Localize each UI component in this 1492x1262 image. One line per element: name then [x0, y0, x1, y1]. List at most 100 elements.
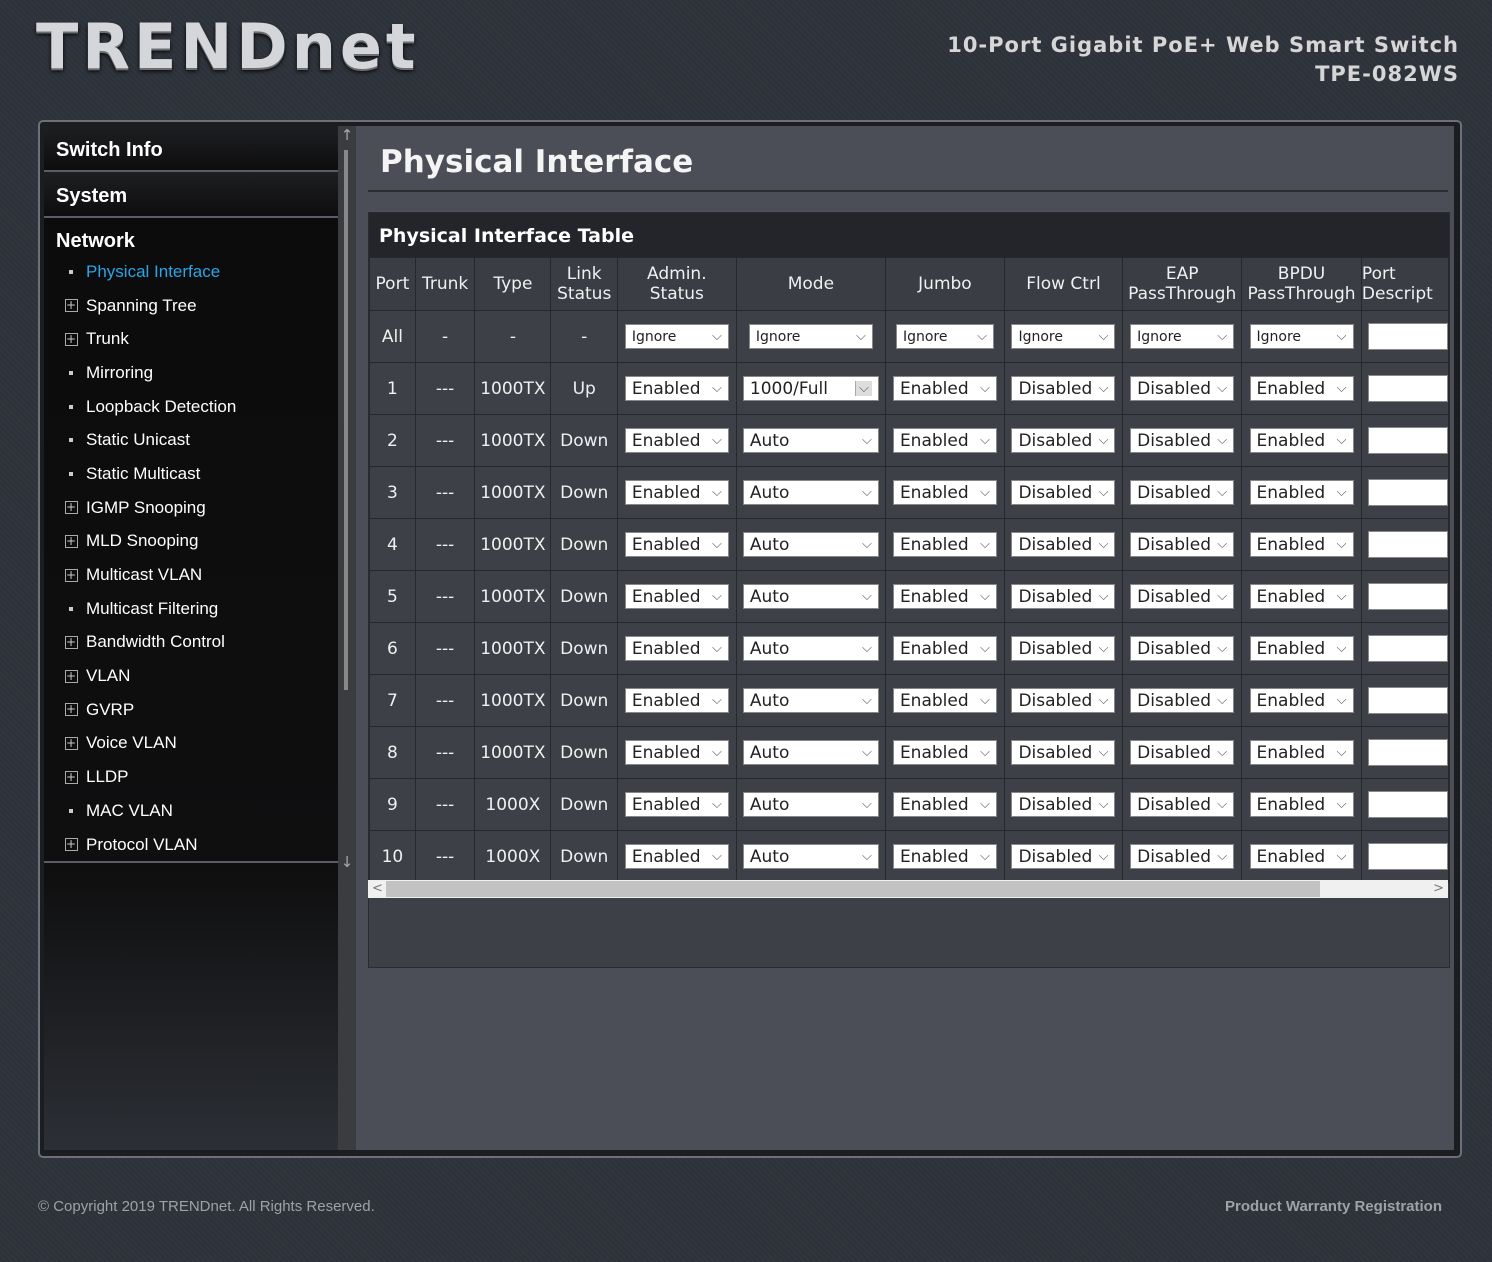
flow-ctrl-select[interactable]: Disabled ⌵: [1011, 376, 1116, 401]
nav-item-spanning-tree[interactable]: + Spanning Tree: [56, 289, 338, 323]
expand-plus-icon[interactable]: +: [64, 838, 78, 852]
eap-passthrough-select[interactable]: Ignore ⌵: [1130, 324, 1235, 349]
jumbo-select[interactable]: Enabled ⌵: [892, 428, 997, 453]
eap-passthrough-select[interactable]: Disabled ⌵: [1130, 532, 1235, 557]
port-description-input[interactable]: [1367, 687, 1448, 714]
port-description-input[interactable]: [1367, 583, 1448, 610]
eap-passthrough-select[interactable]: Disabled ⌵: [1130, 636, 1235, 661]
bpdu-passthrough-select[interactable]: Enabled ⌵: [1249, 636, 1354, 661]
mode-select[interactable]: Auto ⌵: [742, 428, 879, 453]
nav-system[interactable]: System: [44, 172, 338, 218]
port-description-input[interactable]: [1367, 479, 1448, 506]
bpdu-passthrough-select[interactable]: Enabled ⌵: [1249, 376, 1354, 401]
scroll-right-arrow-icon[interactable]: >: [1433, 880, 1444, 898]
expand-plus-icon[interactable]: +: [64, 332, 78, 346]
bpdu-passthrough-select[interactable]: Enabled ⌵: [1249, 584, 1354, 609]
port-description-input[interactable]: [1367, 739, 1448, 766]
scroll-up-arrow-icon[interactable]: ↑: [340, 126, 354, 144]
flow-ctrl-select[interactable]: Disabled ⌵: [1011, 740, 1116, 765]
flow-ctrl-select[interactable]: Disabled ⌵: [1011, 584, 1116, 609]
nav-item-mirroring[interactable]: Mirroring: [56, 356, 338, 390]
port-description-input[interactable]: [1367, 843, 1448, 870]
mode-select[interactable]: Auto ⌵: [742, 844, 879, 869]
nav-item-trunk[interactable]: + Trunk: [56, 322, 338, 356]
mode-select[interactable]: Auto ⌵: [742, 688, 879, 713]
bpdu-passthrough-select[interactable]: Enabled ⌵: [1249, 532, 1354, 557]
expand-plus-icon[interactable]: +: [64, 770, 78, 784]
flow-ctrl-select[interactable]: Disabled ⌵: [1011, 532, 1116, 557]
eap-passthrough-select[interactable]: Disabled ⌵: [1130, 480, 1235, 505]
bpdu-passthrough-select[interactable]: Enabled ⌵: [1249, 792, 1354, 817]
eap-passthrough-select[interactable]: Disabled ⌵: [1130, 688, 1235, 713]
admin-status-select[interactable]: Enabled ⌵: [624, 740, 729, 765]
admin-status-select[interactable]: Enabled ⌵: [624, 688, 729, 713]
warranty-registration-link[interactable]: Product Warranty Registration: [1225, 1198, 1442, 1215]
jumbo-select[interactable]: Enabled ⌵: [892, 740, 997, 765]
nav-item-protocol-vlan[interactable]: + Protocol VLAN: [56, 828, 338, 862]
mode-select[interactable]: 1000/Full ⌵: [742, 376, 879, 401]
jumbo-select[interactable]: Enabled ⌵: [892, 376, 997, 401]
mode-select[interactable]: Auto ⌵: [742, 532, 879, 557]
nav-item-multicast-vlan[interactable]: + Multicast VLAN: [56, 558, 338, 592]
nav-marker[interactable]: +: [56, 534, 86, 548]
expand-plus-icon[interactable]: +: [64, 568, 78, 582]
eap-passthrough-select[interactable]: Disabled ⌵: [1130, 376, 1235, 401]
jumbo-select[interactable]: Enabled ⌵: [892, 844, 997, 869]
nav-network[interactable]: Network: [56, 230, 338, 253]
nav-marker[interactable]: +: [56, 770, 86, 784]
eap-passthrough-select[interactable]: Disabled ⌵: [1130, 740, 1235, 765]
bpdu-passthrough-select[interactable]: Enabled ⌵: [1249, 480, 1354, 505]
admin-status-select[interactable]: Enabled ⌵: [624, 532, 729, 557]
jumbo-select[interactable]: Enabled ⌵: [892, 480, 997, 505]
nav-item-igmp-snooping[interactable]: + IGMP Snooping: [56, 491, 338, 525]
expand-plus-icon[interactable]: +: [64, 669, 78, 683]
jumbo-select[interactable]: Enabled ⌵: [892, 792, 997, 817]
nav-switch-info[interactable]: Switch Info: [44, 126, 338, 172]
port-description-input[interactable]: [1367, 323, 1448, 350]
nav-item-voice-vlan[interactable]: + Voice VLAN: [56, 727, 338, 761]
expand-plus-icon[interactable]: +: [64, 703, 78, 717]
port-description-input[interactable]: [1367, 791, 1448, 818]
bpdu-passthrough-select[interactable]: Enabled ⌵: [1249, 844, 1354, 869]
nav-item-mac-vlan[interactable]: MAC VLAN: [56, 794, 338, 828]
eap-passthrough-select[interactable]: Disabled ⌵: [1130, 584, 1235, 609]
flow-ctrl-select[interactable]: Disabled ⌵: [1011, 688, 1116, 713]
jumbo-select[interactable]: Enabled ⌵: [892, 532, 997, 557]
mode-select[interactable]: Auto ⌵: [742, 636, 879, 661]
nav-marker[interactable]: +: [56, 669, 86, 683]
expand-plus-icon[interactable]: +: [64, 299, 78, 313]
admin-status-select[interactable]: Enabled ⌵: [624, 480, 729, 505]
sidebar-scroll-thumb[interactable]: [344, 150, 348, 690]
scroll-left-arrow-icon[interactable]: <: [372, 880, 383, 898]
expand-plus-icon[interactable]: +: [64, 736, 78, 750]
nav-marker[interactable]: +: [56, 299, 86, 313]
admin-status-select[interactable]: Enabled ⌵: [624, 584, 729, 609]
h-scroll-thumb[interactable]: [386, 881, 1320, 897]
bpdu-passthrough-select[interactable]: Enabled ⌵: [1249, 740, 1354, 765]
admin-status-select[interactable]: Enabled ⌵: [624, 844, 729, 869]
admin-status-select[interactable]: Ignore ⌵: [624, 324, 729, 349]
admin-status-select[interactable]: Enabled ⌵: [624, 376, 729, 401]
eap-passthrough-select[interactable]: Disabled ⌵: [1130, 844, 1235, 869]
sidebar-scrollbar[interactable]: ↑ ↓: [338, 126, 356, 1150]
nav-marker[interactable]: +: [56, 838, 86, 852]
admin-status-select[interactable]: Enabled ⌵: [624, 636, 729, 661]
flow-ctrl-select[interactable]: Disabled ⌵: [1011, 480, 1116, 505]
nav-marker[interactable]: +: [56, 635, 86, 649]
bpdu-passthrough-select[interactable]: Enabled ⌵: [1249, 688, 1354, 713]
nav-item-gvrp[interactable]: + GVRP: [56, 693, 338, 727]
nav-item-vlan[interactable]: + VLAN: [56, 659, 338, 693]
eap-passthrough-select[interactable]: Disabled ⌵: [1130, 428, 1235, 453]
mode-select[interactable]: Auto ⌵: [742, 480, 879, 505]
nav-item-static-unicast[interactable]: Static Unicast: [56, 423, 338, 457]
nav-marker[interactable]: +: [56, 703, 86, 717]
nav-item-mld-snooping[interactable]: + MLD Snooping: [56, 525, 338, 559]
nav-item-bandwidth-control[interactable]: + Bandwidth Control: [56, 626, 338, 660]
flow-ctrl-select[interactable]: Disabled ⌵: [1011, 636, 1116, 661]
jumbo-select[interactable]: Ignore ⌵: [895, 324, 994, 349]
expand-plus-icon[interactable]: +: [64, 501, 78, 515]
nav-item-multicast-filtering[interactable]: Multicast Filtering: [56, 592, 338, 626]
admin-status-select[interactable]: Enabled ⌵: [624, 792, 729, 817]
nav-item-lldp[interactable]: + LLDP: [56, 760, 338, 794]
nav-marker[interactable]: +: [56, 736, 86, 750]
